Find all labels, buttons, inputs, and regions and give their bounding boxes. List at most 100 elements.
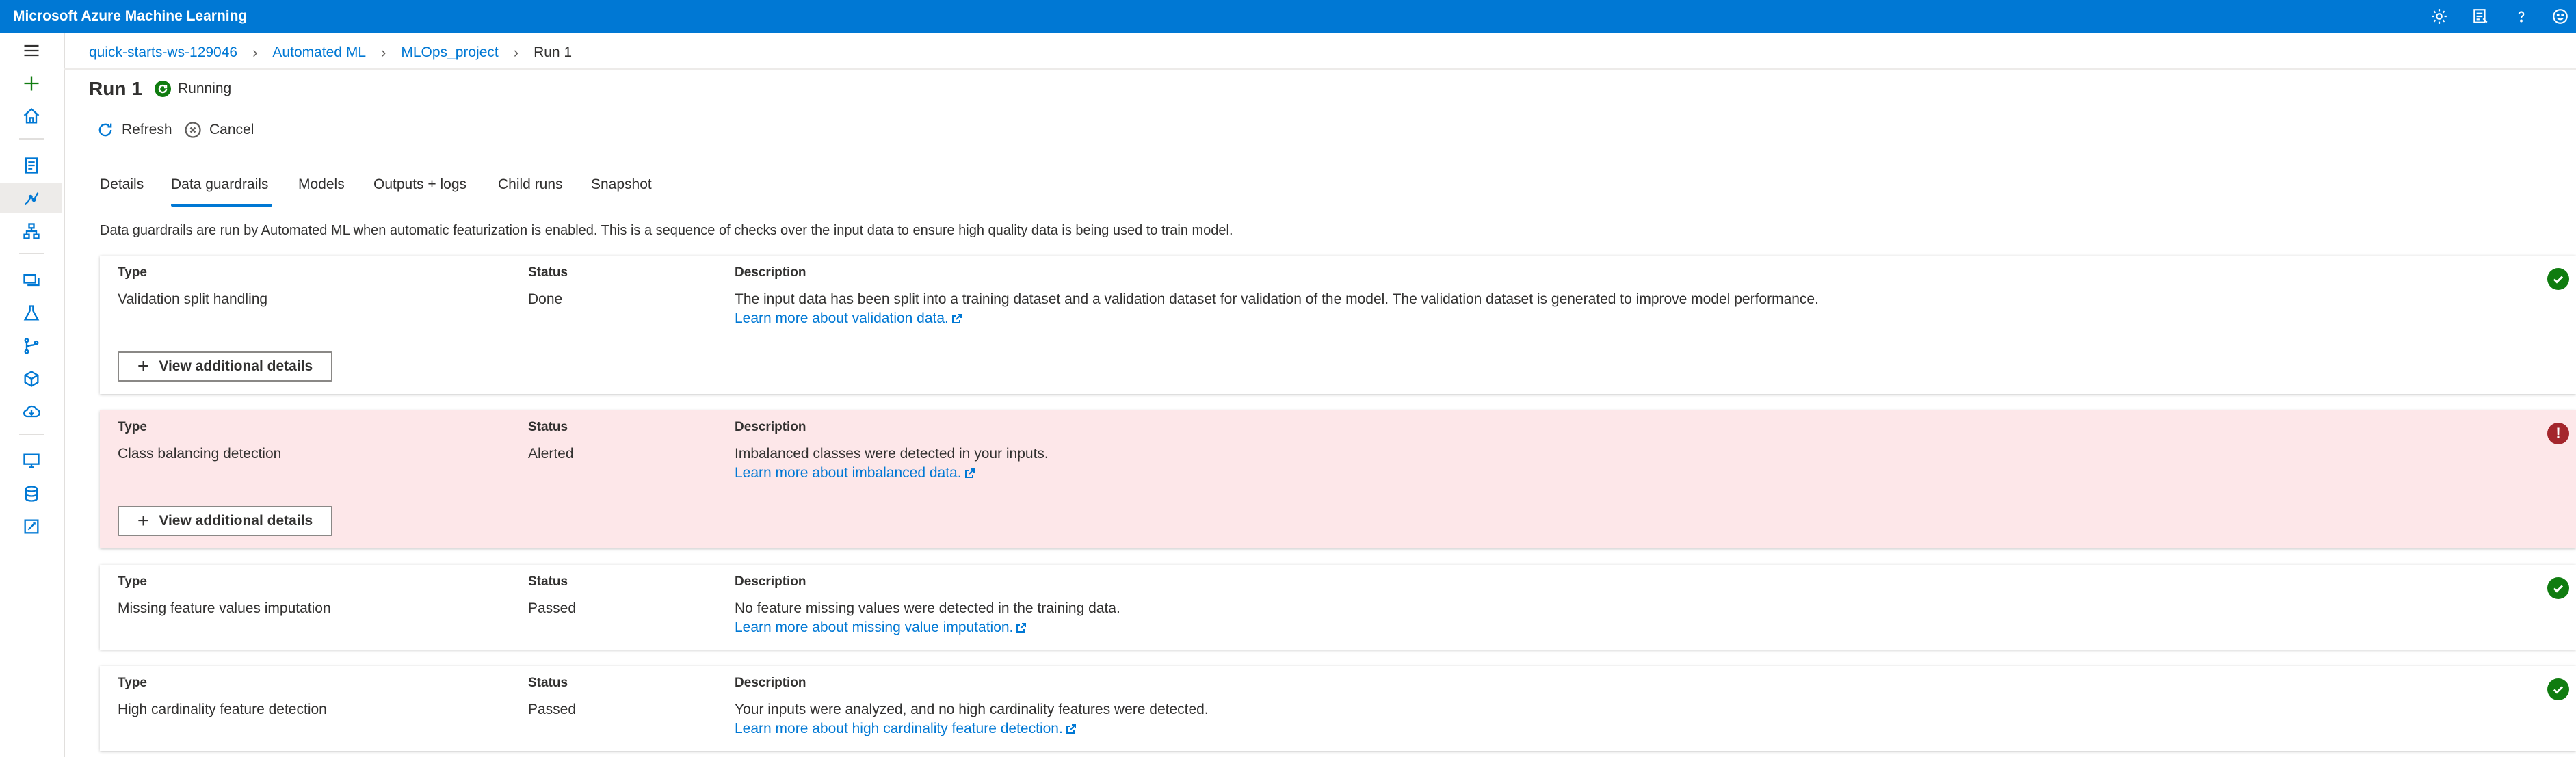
tab-snapshot[interactable]: Snapshot [591, 176, 652, 193]
external-link-icon [951, 314, 962, 323]
hamburger-icon[interactable] [0, 36, 62, 66]
details-button-label: View additional details [159, 358, 313, 374]
guardrail-type: High cardinality feature detection [118, 702, 327, 717]
endpoints-icon[interactable] [0, 397, 62, 427]
cancel-label: Cancel [209, 122, 254, 137]
guardrail-description: No feature missing values were detected … [735, 600, 1120, 616]
guardrail-status: Done [528, 291, 563, 307]
description-header: Description [735, 676, 806, 690]
datastores-icon[interactable] [0, 479, 62, 509]
models-icon[interactable] [0, 364, 62, 394]
type-header: Type [118, 420, 147, 434]
learn-more-link[interactable]: Learn more about high cardinality featur… [735, 721, 1077, 737]
breadcrumb-current: Run 1 [534, 44, 573, 60]
rail-divider [19, 434, 44, 435]
rail-divider [19, 253, 44, 254]
view-additional-details-button[interactable]: + View additional details [118, 351, 332, 382]
compute-icon[interactable] [0, 446, 62, 476]
data-labeling-icon[interactable] [0, 512, 62, 542]
guardrail-status: Passed [528, 600, 577, 616]
plus-icon: + [137, 509, 150, 532]
guardrail-card-validation: Type Status Description Validation split… [100, 256, 2576, 394]
run-status: Running [155, 81, 231, 97]
check-circle-icon [2547, 577, 2569, 599]
guardrail-card-high-cardinality: Type Status Description High cardinality… [100, 666, 2576, 751]
guardrail-type: Validation split handling [118, 291, 268, 307]
app-title[interactable]: Microsoft Azure Machine Learning [13, 7, 247, 26]
guardrail-card-missing-values: Type Status Description Missing feature … [100, 565, 2576, 650]
breadcrumb: quick-starts-ws-129046 › Automated ML › … [89, 42, 572, 63]
pipelines-icon[interactable] [0, 331, 62, 361]
error-circle-icon: ! [2547, 423, 2569, 444]
external-link-icon [964, 468, 975, 478]
guardrails-intro: Data guardrails are run by Automated ML … [100, 223, 1233, 238]
breadcrumb-automated-ml[interactable]: Automated ML [272, 44, 366, 61]
top-bar: Microsoft Azure Machine Learning [0, 0, 2576, 33]
guardrail-description: Your inputs were analyzed, and no high c… [735, 702, 1209, 717]
refresh-button[interactable]: Refresh [96, 120, 172, 140]
status-header: Status [528, 676, 568, 690]
type-header: Type [118, 265, 147, 280]
tab-child-runs[interactable]: Child runs [498, 176, 563, 193]
view-additional-details-button[interactable]: + View additional details [118, 506, 332, 536]
description-header: Description [735, 265, 806, 280]
learn-more-label: Learn more about high cardinality featur… [735, 721, 1063, 736]
refresh-label: Refresh [122, 122, 172, 137]
chevron-right-icon: › [381, 44, 386, 61]
home-icon[interactable] [0, 101, 62, 131]
guardrail-type: Missing feature values imputation [118, 600, 331, 616]
page-title: Run 1 [89, 78, 142, 99]
status-header: Status [528, 574, 568, 589]
active-tab-indicator [171, 204, 272, 207]
breadcrumb-experiment[interactable]: MLOps_project [401, 44, 498, 61]
run-status-label: Running [178, 81, 232, 96]
guardrail-status: Alerted [528, 446, 574, 462]
tab-data-guardrails[interactable]: Data guardrails [171, 176, 268, 193]
feedback-icon[interactable] [2469, 5, 2492, 28]
smiley-icon[interactable] [2549, 5, 2572, 28]
status-header: Status [528, 265, 568, 280]
tab-outputs-logs[interactable]: Outputs + logs [373, 176, 466, 193]
rail-divider [19, 138, 44, 140]
type-header: Type [118, 574, 147, 589]
automated-ml-icon[interactable] [0, 183, 62, 213]
breadcrumb-divider [64, 68, 2576, 70]
plus-icon: + [137, 355, 150, 377]
learn-more-link[interactable]: Learn more about validation data. [735, 310, 962, 327]
chevron-right-icon: › [252, 44, 258, 61]
learn-more-link[interactable]: Learn more about imbalanced data. [735, 465, 975, 481]
learn-more-label: Learn more about validation data. [735, 310, 949, 326]
check-circle-icon [2547, 678, 2569, 700]
experiments-icon[interactable] [0, 298, 62, 328]
left-navigation-rail [0, 33, 65, 757]
notebook-icon[interactable] [0, 150, 62, 181]
gear-icon[interactable] [2428, 5, 2451, 28]
add-icon[interactable] [0, 68, 62, 98]
guardrail-card-class-balancing: Type Status Description Class balancing … [100, 410, 2576, 548]
external-link-icon [1016, 623, 1027, 633]
guardrail-description: The input data has been split into a tra… [735, 291, 1819, 307]
details-button-label: View additional details [159, 513, 313, 529]
cancel-icon [185, 122, 201, 138]
tab-details[interactable]: Details [100, 176, 144, 193]
description-header: Description [735, 574, 806, 589]
check-circle-icon [2547, 268, 2569, 290]
chevron-right-icon: › [513, 44, 519, 61]
status-header: Status [528, 420, 568, 434]
designer-icon[interactable] [0, 216, 62, 246]
datasets-icon[interactable] [0, 265, 62, 295]
type-header: Type [118, 676, 147, 690]
breadcrumb-workspace[interactable]: quick-starts-ws-129046 [89, 44, 237, 61]
learn-more-label: Learn more about missing value imputatio… [735, 620, 1014, 635]
refresh-icon [98, 123, 112, 137]
learn-more-link[interactable]: Learn more about missing value imputatio… [735, 620, 1027, 636]
tab-models[interactable]: Models [298, 176, 345, 193]
external-link-icon [1066, 724, 1076, 734]
guardrail-description: Imbalanced classes were detected in your… [735, 446, 1049, 462]
guardrail-status: Passed [528, 702, 577, 717]
help-icon[interactable] [2510, 5, 2533, 28]
learn-more-label: Learn more about imbalanced data. [735, 465, 962, 481]
guardrail-type: Class balancing detection [118, 446, 282, 462]
cancel-button[interactable]: Cancel [183, 120, 254, 140]
description-header: Description [735, 420, 806, 434]
